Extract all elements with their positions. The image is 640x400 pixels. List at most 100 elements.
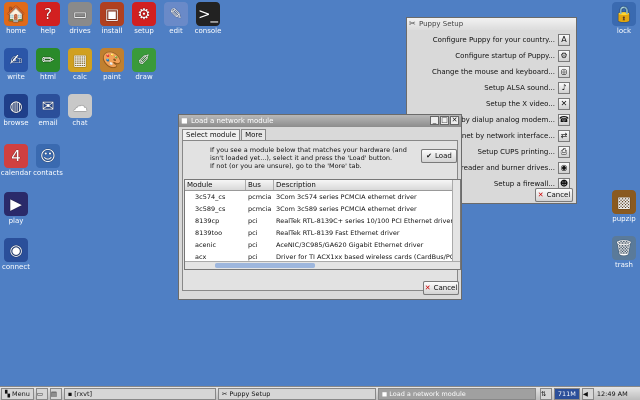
play-icon: ▶	[4, 192, 28, 216]
tab-select-module[interactable]: Select module	[182, 129, 241, 140]
minimize-button[interactable]: _	[430, 116, 439, 125]
desktop-icon-trash[interactable]: 🗑 trash	[603, 236, 640, 270]
setup-row-label: et by dialup analog modem...	[451, 116, 555, 124]
console-icon: >_	[196, 2, 220, 26]
module-row[interactable]: 8139cp pci RealTek RTL-8139C+ series 10/10…	[185, 215, 460, 227]
network-dialog-cancel-label: Cancel	[433, 284, 458, 292]
setup-row-button[interactable]: A	[558, 34, 570, 46]
desktop-icon-pupzip[interactable]: ▩ pupzip	[603, 190, 640, 224]
calendar-icon: 4	[4, 144, 28, 168]
hscroll-thumb[interactable]	[215, 263, 315, 268]
desktop-switch-button[interactable]: ▭	[35, 387, 48, 400]
setup-row-button[interactable]: ☎	[558, 114, 570, 126]
module-bus: pci	[248, 217, 258, 225]
module-row[interactable]: acenic pci AceNIC/3C985/GA620 Gigabit Ethe…	[185, 239, 460, 251]
setup-row-label: Setup CUPS printing...	[477, 148, 555, 156]
module-list-vscrollbar[interactable]	[452, 180, 460, 269]
module-row[interactable]: 8139too pci RealTek RTL-8139 Fast Ethernet…	[185, 227, 460, 239]
network-dialog-titlebar[interactable]: ◼ Load a network module _ □ ✕	[179, 115, 461, 127]
setup-row: et by dialup analog modem... ☎	[452, 113, 570, 127]
clock: 12:49 AM	[596, 389, 628, 398]
home-icon: 🏠	[4, 2, 28, 26]
setup-row-button[interactable]: ✕	[558, 98, 570, 110]
module-list-hscrollbar[interactable]	[185, 261, 460, 269]
connect-icon: ◉	[4, 238, 28, 262]
desktop-icon-connect[interactable]: ◉ connect	[0, 238, 37, 272]
desktop-icon-contacts[interactable]: ☺ contacts	[27, 144, 69, 178]
setup-row-label: ernet by network interface...	[454, 132, 555, 140]
browse-icon: ◍	[4, 94, 28, 118]
desktop-icon-chat[interactable]: ☁ chat	[59, 94, 101, 128]
module-row[interactable]: 3c589_cs pcmcia 3Com 3c589 series PCMCIA e…	[185, 203, 460, 215]
setup-row-label: Setup the X video...	[485, 100, 555, 108]
module-description: RealTek RTL-8139C+ series 10/100 PCI Eth…	[276, 217, 454, 225]
tab-more[interactable]: More	[241, 129, 267, 140]
desktop-icon-play[interactable]: ▶ play	[0, 192, 37, 226]
install-icon: ▣	[100, 2, 124, 26]
desktop-icon-label: play	[8, 217, 24, 225]
setup-row-button[interactable]: ⚙	[558, 50, 570, 62]
setup-row-label: Configure startup of Puppy...	[455, 52, 555, 60]
cancel-icon: ✕	[424, 284, 431, 292]
column-header-description[interactable]: Description	[274, 180, 454, 190]
memory-label: 711M	[557, 389, 576, 398]
setup-row-button[interactable]: ♪	[558, 82, 570, 94]
network-dialog-title: Load a network module	[191, 117, 274, 125]
desktop-icon-lock[interactable]: 🔒 lock	[603, 2, 640, 36]
menu-icon: ▚	[5, 389, 10, 398]
instructions-line-2: isn't loaded yet...), select it and pres…	[210, 154, 393, 162]
load-button[interactable]: ✔ Load	[421, 149, 457, 163]
load-check-icon: ✔	[426, 152, 433, 160]
setup-row-button[interactable]: ⇄	[558, 130, 570, 142]
module-description: RealTek RTL-8139 Fast Ethernet driver	[276, 229, 400, 237]
setup-row-label: D reader and burner drives...	[453, 164, 555, 172]
module-list-header: Module Bus Description	[185, 180, 460, 191]
setup-row: Setup the X video... ✕	[486, 97, 570, 111]
column-header-module[interactable]: Module	[185, 180, 246, 190]
puppy-setup-cancel-button[interactable]: ✕ Cancel	[535, 188, 573, 202]
setup-row: Configure startup of Puppy... ⚙	[455, 49, 570, 63]
desktop-icon-label: pupzip	[612, 215, 636, 223]
drives-icon: ▭	[68, 2, 92, 26]
desktop-switch-icon: ▭	[36, 389, 44, 398]
puppy-setup-cancel-label: Cancel	[546, 191, 571, 199]
speaker-icon: ◀	[582, 389, 588, 398]
puppy-setup-task-icon: ✂	[221, 389, 228, 398]
trash-icon: 🗑	[612, 236, 636, 260]
task-rxvt[interactable]: ▪ [rxvt]	[63, 387, 216, 400]
setup-row: Configure Puppy for your country... A	[433, 33, 570, 47]
desktop-icon-label: connect	[2, 263, 30, 271]
network-module-dialog: ◼ Load a network module _ □ ✕ Select mod…	[178, 114, 462, 300]
setup-row-button[interactable]: ◉	[558, 162, 570, 174]
maximize-button[interactable]: □	[440, 116, 449, 125]
quicklaunch-button[interactable]: ▤	[49, 387, 62, 400]
desktop-icon-console[interactable]: >_ console	[187, 2, 229, 36]
menu-label: Menu	[12, 389, 30, 398]
setup-row: D reader and burner drives... ◉	[453, 161, 570, 175]
network-tray-icon[interactable]: ⇅	[539, 387, 552, 400]
pupzip-icon: ▩	[612, 190, 636, 214]
volume-tray-icon[interactable]: ◀	[581, 387, 594, 400]
module-name: 3c589_cs	[195, 205, 226, 213]
task-network-module[interactable]: ◼ Load a network module	[377, 387, 536, 400]
dialog-tabs: Select module More	[182, 129, 267, 140]
desktop-icon-label: draw	[135, 73, 153, 81]
module-name: 3c574_cs	[195, 193, 226, 201]
task-puppy-setup[interactable]: ✂ Puppy Setup	[217, 387, 376, 400]
write-icon: ✍	[4, 48, 28, 72]
setup-row-button[interactable]: ⎙	[558, 146, 570, 158]
desktop-icon-draw[interactable]: ✐ draw	[123, 48, 165, 82]
module-name: 8139too	[195, 229, 223, 237]
network-dialog-cancel-button[interactable]: ✕ Cancel	[423, 281, 459, 295]
start-menu-button[interactable]: ▚ Menu	[1, 387, 34, 400]
setup-row-button[interactable]: ◎	[558, 66, 570, 78]
column-header-bus[interactable]: Bus	[246, 180, 274, 190]
desktop-icon-label: trash	[615, 261, 633, 269]
close-button[interactable]: ✕	[450, 116, 459, 125]
chat-icon: ☁	[68, 94, 92, 118]
puppy-setup-titlebar[interactable]: ✂ Puppy Setup	[407, 18, 576, 30]
module-name: acenic	[195, 241, 217, 249]
module-list[interactable]: Module Bus Description 3c574_cs pcmcia 3Co…	[184, 179, 461, 270]
task-puppy-setup-label: Puppy Setup	[229, 389, 271, 398]
module-row[interactable]: 3c574_cs pcmcia 3Com 3c574 series PCMCIA e…	[185, 191, 460, 203]
